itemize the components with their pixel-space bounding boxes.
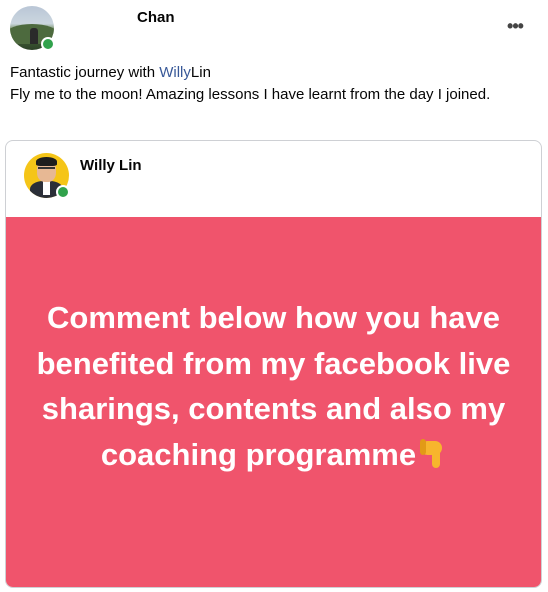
post-text-line2: Fly me to the moon! Amazing lessons I ha… (10, 86, 491, 103)
shared-author-name[interactable]: Willy Lin (80, 157, 142, 175)
online-status-icon (41, 37, 55, 51)
post-header: Chan ••• (0, 0, 548, 58)
shared-post-header: Willy Lin (6, 141, 541, 216)
banner-text-block: Comment below how you have benefited fro… (26, 295, 521, 477)
shared-post-card[interactable]: Willy Lin Comment below how you have ben… (5, 140, 542, 588)
shared-author-avatar[interactable] (24, 153, 70, 199)
text-banner: Comment below how you have benefited fro… (6, 217, 541, 587)
post-text-line1-prefix: Fantastic journey with (10, 64, 160, 81)
shared-online-status-icon (56, 185, 70, 199)
post-text: Fantastic journey with WillyLin Fly me to… (10, 62, 530, 106)
backhand-index-pointing-down-icon (420, 438, 446, 469)
mention-last-name: Lin (190, 64, 211, 81)
more-horizontal-icon: ••• (507, 16, 524, 36)
author-name[interactable]: Chan (137, 9, 175, 27)
mention-link-first[interactable]: Willy (159, 64, 191, 81)
facebook-post: Chan ••• Fantastic journey with WillyLin… (0, 0, 548, 592)
author-avatar[interactable] (10, 6, 55, 51)
more-options-button[interactable]: ••• (500, 14, 530, 38)
